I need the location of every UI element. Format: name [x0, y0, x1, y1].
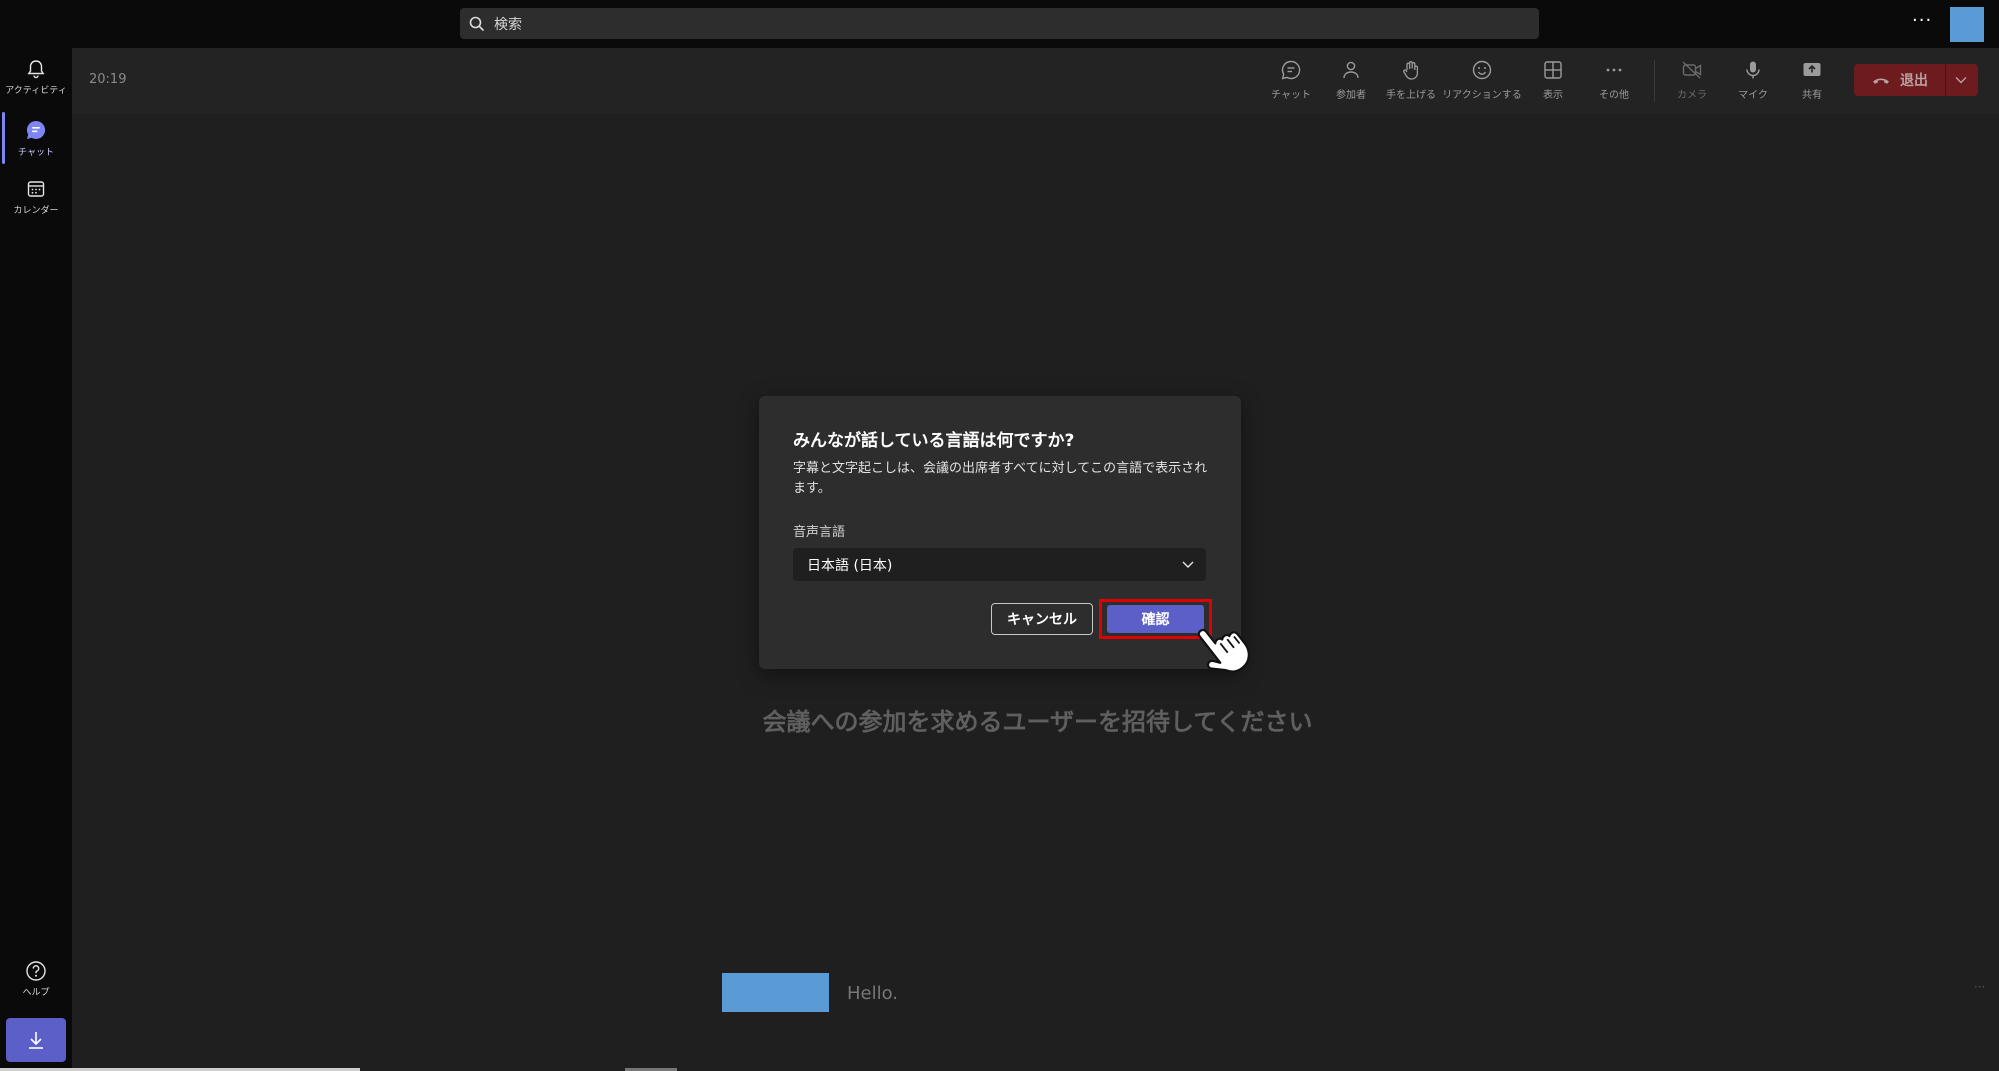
share-icon: [1803, 63, 1821, 76]
leave-divider: [1945, 64, 1946, 96]
toolbar-label: チャット: [1271, 90, 1311, 101]
chat-bubble-icon: [1281, 60, 1301, 80]
mic-icon: [1746, 61, 1760, 79]
rail-item-chat[interactable]: チャット: [0, 118, 72, 158]
language-dialog: みんなが話している言語は何ですか? 字幕と文字起こしは、会議の出席者すべてに対し…: [759, 396, 1241, 669]
avatar[interactable]: [1950, 7, 1984, 42]
toolbar-more-button[interactable]: その他: [1584, 58, 1644, 101]
rail-item-help[interactable]: ヘルプ: [0, 960, 72, 998]
toolbar-label: 表示: [1543, 90, 1563, 101]
bell-icon: [27, 60, 45, 79]
rail-item-activity[interactable]: アクティビティ: [0, 58, 72, 96]
toolbar-label: 参加者: [1336, 90, 1366, 101]
toolbar-react-button[interactable]: リアクションする: [1442, 58, 1522, 101]
toolbar-raise-hand-button[interactable]: 手を上げる: [1381, 58, 1441, 101]
toolbar-view-button[interactable]: 表示: [1523, 58, 1583, 101]
meeting-timer: 20:19: [89, 72, 127, 87]
language-select[interactable]: 日本語 (日本): [793, 548, 1206, 581]
language-value: 日本語 (日本): [807, 557, 893, 574]
rail-item-label: アクティビティ: [5, 86, 67, 96]
leave-button[interactable]: 退出: [1854, 64, 1978, 96]
smiley-icon: [1472, 60, 1492, 80]
dialog-description: 字幕と文字起こしは、会議の出席者すべてに対してこの言語で表示されます。: [793, 461, 1208, 496]
language-label: 音声言語: [793, 525, 846, 540]
toolbar-label: カメラ: [1677, 90, 1707, 101]
raise-hand-icon: [1403, 61, 1419, 80]
toolbar-label: 手を上げる: [1386, 90, 1436, 101]
more-icon: [1606, 68, 1622, 72]
toolbar-label: マイク: [1738, 90, 1768, 101]
calendar-icon: [27, 181, 45, 197]
pointer-hand-icon: [1197, 628, 1250, 673]
help-icon: [26, 961, 46, 981]
camera-off-icon: [1682, 61, 1702, 79]
participant-avatar: [722, 973, 829, 1012]
toolbar-label: リアクションする: [1442, 90, 1522, 101]
invite-prompt: 会議への参加を求めるユーザーを招待してください: [762, 708, 1313, 736]
more-options-icon[interactable]: ···: [1912, 10, 1932, 31]
chevron-down-icon[interactable]: [1954, 73, 1968, 87]
search-box[interactable]: 検索: [460, 8, 1539, 39]
people-icon: [1343, 61, 1359, 79]
chevron-down-icon: [1182, 561, 1194, 568]
rail-item-calendar[interactable]: カレンダー: [0, 178, 72, 216]
download-icon: [29, 1032, 43, 1049]
rail-item-label: ヘルプ: [22, 988, 50, 998]
search-icon: [469, 16, 485, 31]
toolbar-mic-button[interactable]: マイク: [1723, 58, 1783, 101]
grid-icon: [1544, 61, 1562, 79]
toolbar-label: 共有: [1802, 90, 1822, 101]
search-placeholder: 検索: [494, 16, 522, 33]
download-button[interactable]: [6, 1018, 66, 1062]
toolbar-chat-button[interactable]: チャット: [1261, 58, 1321, 101]
toolbar-label: その他: [1599, 90, 1629, 101]
rail-item-label: チャット: [18, 148, 54, 158]
toolbar-camera-button[interactable]: カメラ: [1662, 58, 1722, 101]
hang-up-icon: [1873, 78, 1889, 84]
more-icon[interactable]: ···: [1974, 980, 1985, 994]
rail-item-label: カレンダー: [13, 206, 59, 216]
dialog-title: みんなが話している言語は何ですか?: [793, 431, 1075, 451]
toolbar-share-button[interactable]: 共有: [1782, 58, 1842, 101]
toolbar-people-button[interactable]: 参加者: [1321, 58, 1381, 101]
leave-label: 退出: [1900, 73, 1928, 89]
chat-message-text: Hello.: [847, 983, 899, 1004]
cancel-button[interactable]: キャンセル: [991, 603, 1093, 635]
chat-icon: [26, 120, 46, 139]
toolbar-divider: [1654, 60, 1655, 102]
